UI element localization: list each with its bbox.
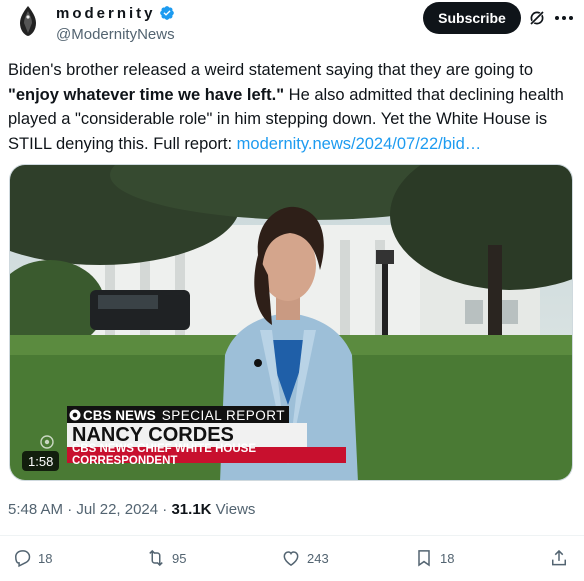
article-link[interactable]: modernity.news/2024/07/22/bid… (237, 135, 482, 153)
handle[interactable]: @ModernityNews (56, 26, 175, 43)
chyron-network: CBS NEWS (83, 407, 156, 423)
video-player[interactable]: CBS NEWS SPECIAL REPORT NANCY CORDES CBS… (9, 164, 573, 481)
more-icon[interactable] (553, 9, 575, 27)
chyron-segment: SPECIAL REPORT (161, 407, 286, 423)
action-bar: 18 95 243 18 (0, 548, 584, 576)
repost-button[interactable]: 95 (146, 548, 186, 568)
subscribe-button[interactable]: Subscribe (423, 2, 521, 34)
repost-icon (149, 549, 163, 567)
meta-separator: · (158, 501, 172, 518)
reply-button[interactable]: 18 (12, 548, 52, 568)
news-chyron: CBS NEWS SPECIAL REPORT NANCY CORDES CBS… (67, 406, 367, 467)
views-label: Views (211, 501, 256, 518)
bookmark-icon (418, 550, 430, 567)
video-watermark-icon (40, 435, 54, 449)
author-block: modernity @ModernityNews (56, 4, 175, 44)
tweet-header: modernity @ModernityNews Subscribe (0, 0, 584, 48)
verified-badge-icon (159, 6, 174, 20)
share-button[interactable] (549, 548, 575, 568)
bookmark-button[interactable]: 18 (414, 548, 454, 568)
divider (0, 535, 584, 536)
views-count: 31.1K (171, 501, 212, 518)
tweet-text-part1: Biden's brother released a weird stateme… (8, 61, 534, 79)
tweet-text-bold: "enjoy whatever time we have left." (8, 85, 285, 104)
like-count: 243 (307, 550, 329, 566)
like-button[interactable]: 243 (281, 548, 329, 568)
chyron-title: CBS NEWS CHIEF WHITE HOUSE CORRESPONDENT (67, 443, 346, 467)
tweet-text: Biden's brother released a weird stateme… (8, 58, 576, 156)
meta-separator: · (63, 501, 77, 518)
bookmark-count: 18 (440, 550, 455, 566)
grok-icon[interactable] (528, 9, 546, 27)
tweet-date[interactable]: Jul 22, 2024 (76, 501, 158, 518)
display-name[interactable]: modernity (56, 5, 156, 22)
heart-icon (283, 551, 299, 566)
repost-count: 95 (172, 550, 187, 566)
video-duration: 1:58 (22, 451, 60, 471)
cbs-bar: CBS NEWS SPECIAL REPORT (67, 406, 290, 424)
reply-icon (14, 550, 31, 568)
reply-count: 18 (38, 550, 53, 566)
avatar[interactable] (10, 3, 46, 39)
share-icon (552, 549, 566, 566)
tweet-meta: 5:48 AM · Jul 22, 2024 · 31.1K Views (8, 501, 255, 518)
cbs-eye-icon (69, 409, 81, 421)
tweet-time[interactable]: 5:48 AM (8, 501, 63, 518)
